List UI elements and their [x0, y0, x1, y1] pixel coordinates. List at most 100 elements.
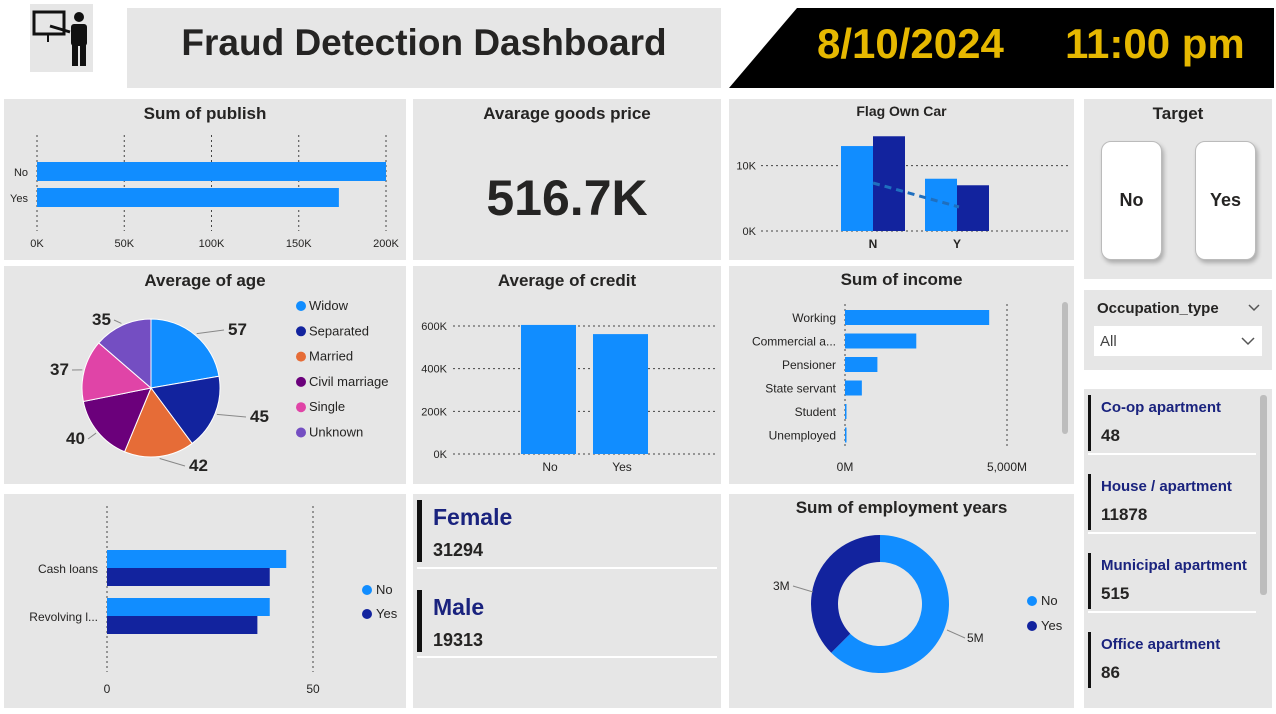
- category-label: Student: [795, 405, 837, 419]
- loan-bar-chart: 0 50 Cash loans Revolving l...: [29, 506, 320, 696]
- leader-line: [87, 432, 97, 440]
- time-label: 11:00 pm: [1065, 20, 1245, 67]
- legend-dot: [296, 351, 306, 362]
- occupation-dropdown[interactable]: All: [1094, 326, 1262, 356]
- goods-price-title: Avarage goods price: [483, 104, 651, 123]
- presenter-icon: [32, 10, 87, 66]
- goods-price-card: Avarage goods price 516.7K: [413, 99, 721, 260]
- x-tick-label: Y: [953, 237, 961, 251]
- x-tick-label: No: [542, 460, 558, 474]
- data-label: 5M: [967, 631, 984, 645]
- bar: [957, 185, 989, 231]
- legend-label: Civil marriage: [309, 374, 388, 389]
- leader-line: [159, 457, 186, 467]
- y-tick-label: 10K: [736, 161, 756, 173]
- leader-line: [113, 319, 122, 324]
- age-chart-panel: Average of age 57 45 42 40 37 35 Widow Separate…: [4, 266, 406, 484]
- bar: [845, 427, 847, 443]
- x-tick-label: 150K: [286, 238, 312, 250]
- occupation-selected-value: All: [1100, 333, 1117, 350]
- bar: [37, 188, 339, 207]
- legend-dot-no: [1027, 596, 1037, 606]
- housing-card-divider: [1088, 532, 1256, 534]
- legend-label: Separated: [309, 323, 369, 338]
- data-label: 3M: [773, 579, 790, 593]
- housing-card-divider: [1088, 453, 1256, 455]
- target-yes-label: Yes: [1209, 190, 1242, 210]
- occupation-filter-label: Occupation_type: [1097, 300, 1219, 317]
- y-tick-label: 400K: [421, 364, 447, 376]
- category-label: No: [14, 167, 28, 179]
- housing-card-accent: [1088, 395, 1091, 451]
- data-label: 35: [92, 310, 111, 329]
- housing-card-label: Municipal apartment: [1101, 557, 1247, 574]
- housing-card-divider: [1088, 611, 1256, 613]
- bar: [107, 598, 270, 616]
- x-tick-label: 0K: [30, 238, 44, 250]
- bar: [841, 146, 873, 231]
- employment-legend-no: No: [1027, 593, 1058, 608]
- target-slicer-panel: Target No Yes: [1084, 99, 1272, 279]
- male-card-divider: [417, 656, 717, 658]
- target-yes-button[interactable]: Yes: [1195, 141, 1256, 260]
- datetime-banner: 8/10/2024 11:00 pm: [729, 8, 1274, 88]
- legend-dot-yes: [362, 609, 372, 619]
- income-chart-panel: Sum of income 0M 5,000M Working Commercial …: [729, 266, 1074, 484]
- male-card-label: Male: [433, 594, 485, 620]
- legend-dot: [296, 326, 306, 337]
- publish-bar-chart: 0K 50K 100K 150K 200K No Yes: [10, 135, 400, 250]
- legend-dot: [296, 376, 306, 387]
- income-bar-chart: 0M 5,000M Working Commercial a... Pensioner S…: [752, 304, 1027, 474]
- x-tick-label: 50: [306, 682, 320, 696]
- x-tick-label: 100K: [199, 238, 225, 250]
- gender-cards-panel: Female 31294 Male 19313: [413, 494, 721, 708]
- housing-card-value: 11878: [1101, 505, 1148, 524]
- loan-legend-yes: Yes: [362, 606, 397, 621]
- data-label: 42: [189, 456, 208, 475]
- bar: [593, 334, 648, 454]
- occupation-filter-panel: Occupation_type All: [1084, 290, 1272, 370]
- housing-card-value: 86: [1101, 663, 1120, 682]
- publish-chart-panel: Sum of publish 0K 50K 100K 150K 200K No Yes: [4, 99, 406, 260]
- bar: [107, 616, 258, 634]
- category-label: Working: [792, 311, 836, 325]
- legend-dot: [296, 402, 306, 413]
- male-card-accent: [417, 590, 422, 652]
- bar: [925, 178, 957, 231]
- data-label: 40: [66, 429, 85, 448]
- employment-chart-panel: Sum of employment years 5M 3M No Yes: [729, 494, 1074, 708]
- male-card-value: 19313: [433, 630, 484, 650]
- housing-card-accent: [1088, 474, 1091, 530]
- data-label: 37: [50, 360, 69, 379]
- x-tick-label: Yes: [612, 460, 632, 474]
- female-card-divider: [417, 567, 717, 569]
- housing-card-label: Office apartment: [1101, 636, 1221, 653]
- employment-legend-yes: Yes: [1027, 618, 1062, 633]
- income-scrollbar[interactable]: [1062, 302, 1068, 434]
- bar: [845, 404, 847, 419]
- category-label: Revolving l...: [29, 610, 98, 624]
- legend-label: Unknown: [309, 425, 363, 440]
- x-tick-label: 5,000M: [987, 460, 1027, 474]
- housing-scrollbar[interactable]: [1260, 395, 1267, 595]
- credit-bar-chart: 0K 200K 400K 600K No Yes: [421, 321, 715, 474]
- target-no-button[interactable]: No: [1101, 141, 1162, 260]
- age-pie-chart: 57 45 42 40 37 35 Widow Separated Married Civil m…: [50, 298, 388, 475]
- legend-dot: [296, 427, 306, 438]
- housing-card-value: 48: [1101, 426, 1120, 445]
- y-tick-label: 0K: [743, 226, 757, 238]
- housing-card-label: House / apartment: [1101, 478, 1232, 495]
- collapse-chevron-icon[interactable]: [1247, 303, 1261, 313]
- bar: [107, 568, 270, 586]
- category-label: Unemployed: [769, 429, 836, 443]
- data-label: 57: [228, 320, 247, 339]
- chevron-down-icon: [1241, 337, 1255, 346]
- credit-chart-panel: Average of credit 0K 200K 400K 600K No Yes: [413, 266, 721, 484]
- category-label: State servant: [765, 382, 836, 396]
- x-tick-label: 0: [104, 682, 111, 696]
- legend-label: Widow: [309, 298, 349, 313]
- employment-donut-chart: 5M 3M: [773, 535, 984, 673]
- female-card-value: 31294: [433, 540, 484, 560]
- loan-legend-no-label: No: [376, 582, 393, 597]
- target-no-label: No: [1119, 190, 1144, 210]
